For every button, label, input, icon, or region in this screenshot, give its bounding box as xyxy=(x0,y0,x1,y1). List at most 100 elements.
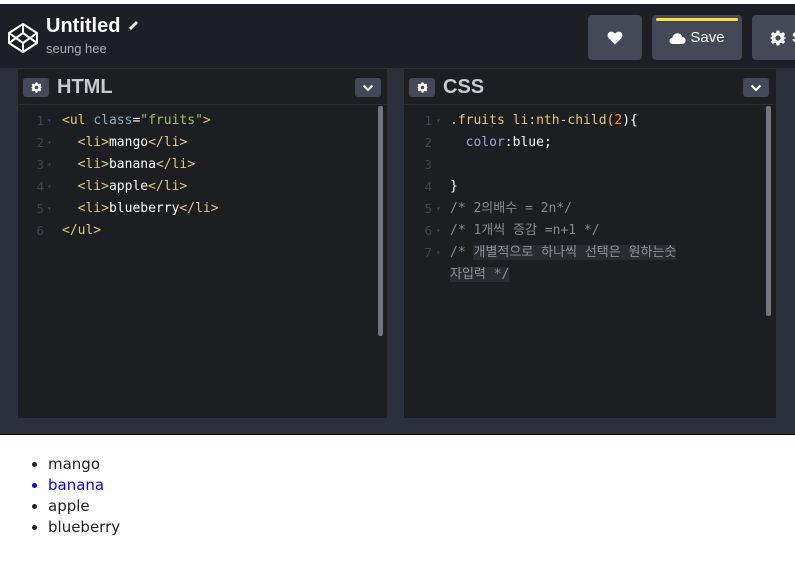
code-text: /* 개별적으로 하나씩 선택은 원하는숫 xyxy=(450,242,677,264)
fruits-list: mangobananaappleblueberry xyxy=(48,454,120,538)
preview-resizer[interactable] xyxy=(0,418,795,435)
list-item: mango xyxy=(48,454,120,475)
fold-arrow-icon[interactable]: ▾ xyxy=(436,220,441,242)
code-text: <li>banana</li> xyxy=(62,154,195,176)
code-token: ; xyxy=(543,135,552,150)
pen-title[interactable]: Untitled xyxy=(46,15,120,38)
code-text: <li>mango</li> xyxy=(62,132,188,154)
code-token: blueberry xyxy=(108,201,180,216)
title-row: Untitled xyxy=(46,13,140,39)
settings-button[interactable]: S xyxy=(752,15,795,60)
chevron-down-icon xyxy=(750,84,762,91)
list-item: apple xyxy=(48,496,120,517)
code-line[interactable]: 3 xyxy=(404,154,776,176)
code-token: } xyxy=(450,179,458,194)
result-preview: mangobananaappleblueberry xyxy=(0,436,795,572)
code-token: 개별적으로 하나씩 선택은 원하는숫 xyxy=(473,245,677,260)
html-options-dropdown[interactable] xyxy=(355,78,381,97)
unsaved-indicator-bar xyxy=(656,18,738,21)
codepen-logo-icon[interactable] xyxy=(7,22,39,54)
code-token: > xyxy=(202,113,211,128)
fold-arrow-icon[interactable]: ▾ xyxy=(436,242,441,264)
code-token: <ul xyxy=(62,113,94,128)
code-text: /* 2의배수 = 2n*/ xyxy=(450,198,572,220)
line-number: 7 xyxy=(424,245,432,260)
line-number: 4 xyxy=(424,179,432,194)
heart-icon xyxy=(607,31,623,44)
line-number: 3 xyxy=(424,157,432,172)
author-name[interactable]: seung hee xyxy=(46,41,107,56)
code-line[interactable]: 5 ▾ <li>blueberry</li> xyxy=(18,198,387,220)
line-number: 5 xyxy=(36,201,44,216)
code-line[interactable]: 1 ▾ <ul class="fruits"> xyxy=(18,110,387,132)
code-line[interactable]: 7 ▾ /* 개별적으로 하나씩 선택은 원하는숫 xyxy=(404,242,776,264)
gear-icon xyxy=(770,30,786,45)
top-header: Untitled seung hee Save S xyxy=(0,4,795,68)
html-editor-pane[interactable]: HTML 1 ▾ <ul class="fruits"> 2 ▾ <li>mango</… xyxy=(18,69,387,418)
fold-arrow-icon[interactable]: ▾ xyxy=(47,110,52,132)
fold-arrow-icon[interactable]: ▾ xyxy=(47,132,52,154)
line-number: 5 xyxy=(424,201,432,216)
line-number: 4 xyxy=(36,179,44,194)
code-line[interactable]: 1 ▾ .fruits li:nth-child(2){ xyxy=(404,110,776,132)
css-settings-button[interactable] xyxy=(409,78,435,97)
css-editor-pane[interactable]: CSS 1 ▾ .fruits li:nth-child(2){2 color:bl… xyxy=(404,69,776,418)
cloud-icon xyxy=(669,32,686,44)
code-line[interactable]: 6 </ul> xyxy=(18,220,387,242)
code-token: : xyxy=(504,135,513,150)
css-pane-header: CSS xyxy=(404,69,776,105)
html-code-editor[interactable]: 1 ▾ <ul class="fruits"> 2 ▾ <li>mango</li> 3 ▾… xyxy=(18,110,387,242)
save-button[interactable]: Save xyxy=(652,15,742,60)
code-line[interactable]: 4 ▾ <li>apple</li> xyxy=(18,176,387,198)
code-text: .fruits li:nth-child(2){ xyxy=(450,110,638,132)
code-token: </li> xyxy=(148,135,188,150)
code-line[interactable]: 4} xyxy=(404,176,776,198)
fold-arrow-icon[interactable]: ▾ xyxy=(436,198,441,220)
line-number: 3 xyxy=(36,157,44,172)
gear-icon xyxy=(30,82,42,93)
html-settings-button[interactable] xyxy=(23,78,49,97)
code-token: /* xyxy=(450,245,474,260)
code-line[interactable]: 2 ▾ <li>mango</li> xyxy=(18,132,387,154)
fold-arrow-icon[interactable]: ▾ xyxy=(47,176,52,198)
code-token: ){ xyxy=(622,113,638,128)
gear-icon xyxy=(416,82,428,93)
code-line[interactable]: 5 ▾ /* 2의배수 = 2n*/ xyxy=(404,198,776,220)
list-item: blueberry xyxy=(48,517,120,538)
code-token: blue xyxy=(512,135,544,150)
html-pane-header: HTML xyxy=(18,69,387,105)
code-text: <li>blueberry</li> xyxy=(62,198,219,220)
code-text: </ul> xyxy=(62,220,101,242)
code-text: 자입력 */ xyxy=(450,264,510,286)
fold-arrow-icon[interactable]: ▾ xyxy=(436,110,441,132)
code-token: </li> xyxy=(148,179,188,194)
code-text: } xyxy=(450,176,458,198)
css-scrollbar[interactable] xyxy=(766,106,771,316)
code-token: mango xyxy=(108,135,149,150)
html-scrollbar[interactable] xyxy=(378,106,383,336)
code-line[interactable]: 2 color:blue; xyxy=(404,132,776,154)
code-token: banana xyxy=(108,157,156,172)
editor-area: HTML 1 ▾ <ul class="fruits"> 2 ▾ <li>mango</… xyxy=(0,68,795,418)
save-label: Save xyxy=(690,29,725,46)
line-number: 6 xyxy=(424,223,432,238)
code-token: /* 1개씩 증감 =n+1 */ xyxy=(450,223,600,238)
code-token: 자입력 */ xyxy=(450,267,510,282)
code-token: .fruits li:nth-child( xyxy=(450,113,615,128)
css-code-editor[interactable]: 1 ▾ .fruits li:nth-child(2){2 color:blue; 3… xyxy=(404,110,776,286)
code-line[interactable]: 3 ▾ <li>banana</li> xyxy=(18,154,387,176)
pencil-icon[interactable] xyxy=(126,19,140,33)
code-text: <li>apple</li> xyxy=(62,176,188,198)
code-token: class xyxy=(93,113,133,128)
code-token: </ul> xyxy=(62,223,102,238)
code-token: apple xyxy=(108,179,149,194)
fold-arrow-icon[interactable]: ▾ xyxy=(47,154,52,176)
code-line[interactable]: 자입력 */ xyxy=(404,264,776,286)
css-options-dropdown[interactable] xyxy=(743,78,769,97)
fold-arrow-icon[interactable]: ▾ xyxy=(47,198,52,220)
code-text: color:blue; xyxy=(450,132,552,154)
code-token: <li> xyxy=(62,135,109,150)
like-button[interactable] xyxy=(588,15,642,60)
line-number: 1 xyxy=(36,113,44,128)
code-line[interactable]: 6 ▾ /* 1개씩 증감 =n+1 */ xyxy=(404,220,776,242)
